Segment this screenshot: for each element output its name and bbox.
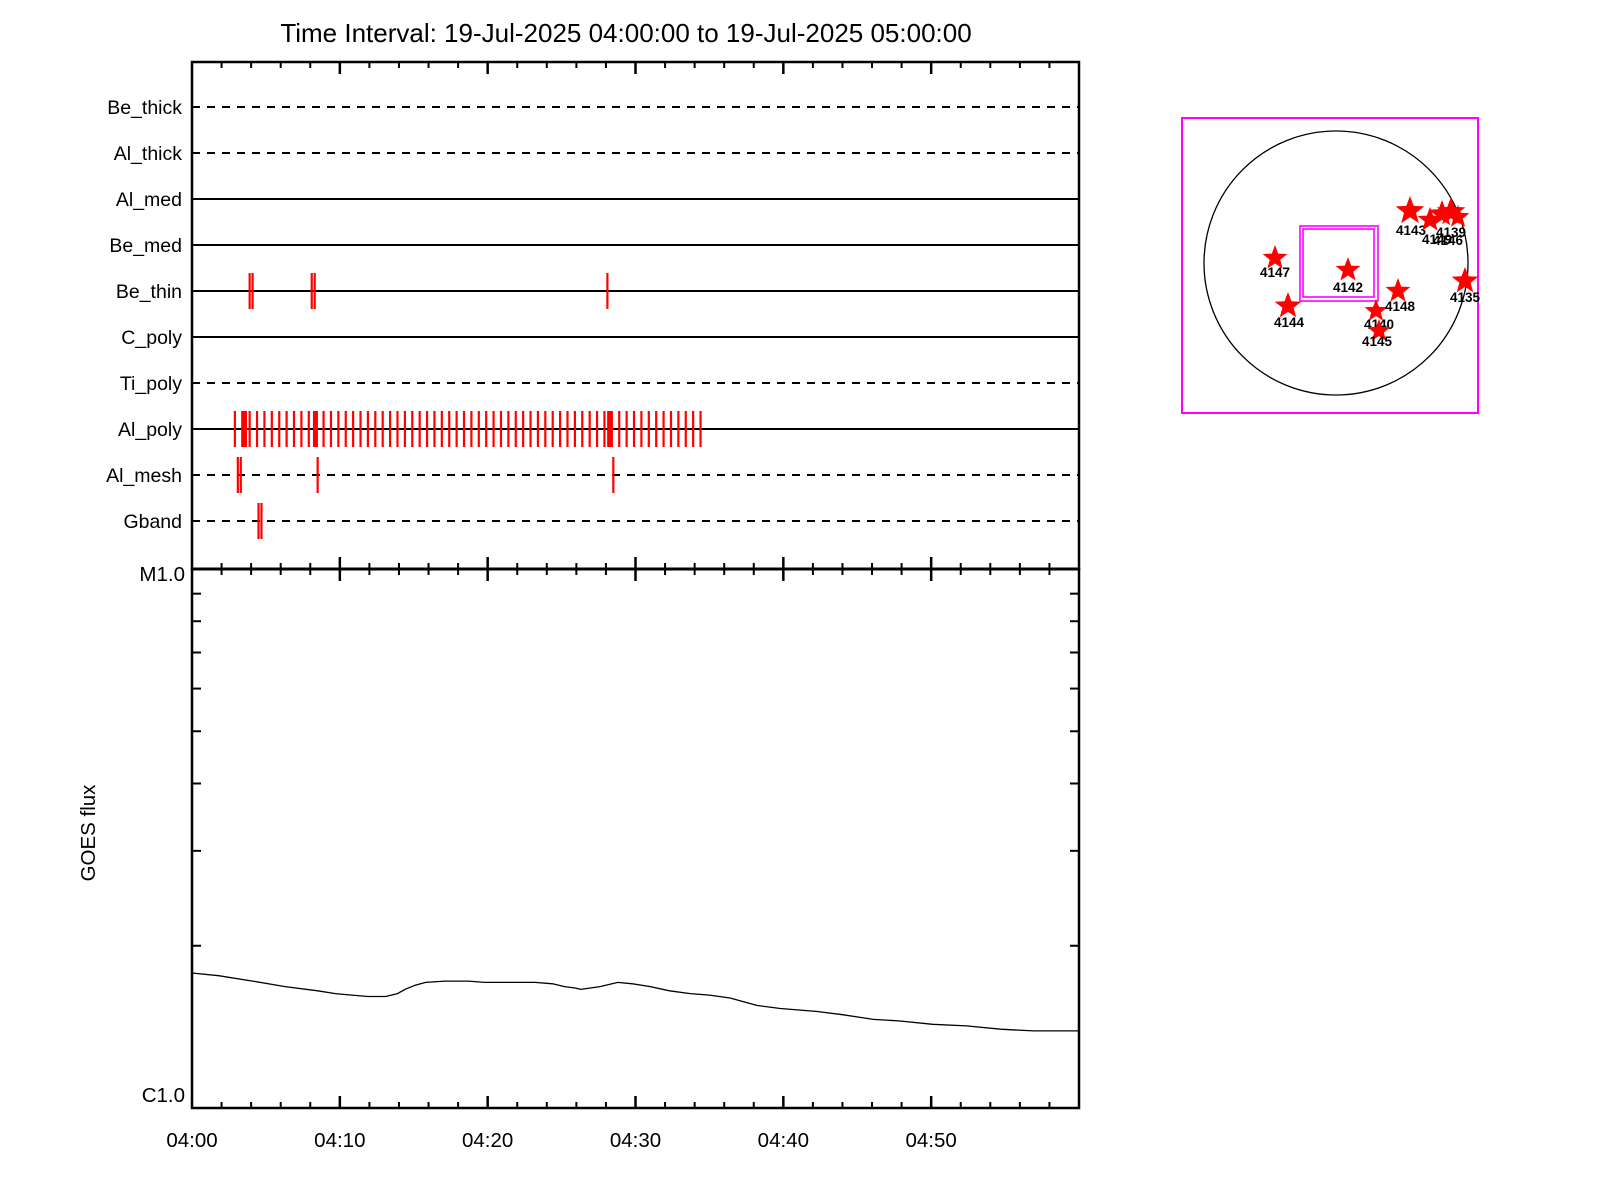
axis-tick-marks [192, 62, 1079, 1108]
filter-row-label: Be_thick [107, 97, 182, 119]
map-outer-frame [1181, 117, 1479, 414]
active-region-star [1335, 257, 1361, 281]
goes-panel-frame [190, 567, 1081, 1110]
active-region-label: 4145 [1362, 334, 1393, 349]
time-axis-label: 04:50 [906, 1129, 957, 1152]
goes-y-top-label: M1.0 [139, 563, 185, 586]
time-axis-label: 04:20 [462, 1129, 513, 1152]
time-axis-label: 04:10 [314, 1129, 365, 1152]
filter-row-label: Ti_poly [120, 373, 182, 395]
observation-event-ticks [233, 273, 702, 539]
active-region-label: 4142 [1333, 280, 1363, 295]
goes-flux-curve [191, 972, 1079, 1032]
xrt-observation-plot: Time Interval: 19-Jul-2025 04:00:00 to 1… [77, 18, 1481, 1152]
time-axis-label: 04:40 [758, 1129, 809, 1152]
active-region-label: 4135 [1450, 290, 1481, 305]
filter-row-label: Be_med [109, 235, 182, 257]
goes-y-bottom-label: C1.0 [142, 1084, 185, 1107]
active-region-label: 4144 [1274, 315, 1305, 330]
page-title: Time Interval: 19-Jul-2025 04:00:00 to 1… [280, 18, 971, 48]
active-region-label: 4147 [1260, 265, 1290, 280]
time-axis-label: 04:30 [610, 1129, 661, 1152]
filter-row-label: C_poly [121, 327, 182, 349]
time-axis-label: 04:00 [166, 1129, 217, 1152]
filter-row-label: Al_poly [118, 419, 182, 441]
active-region-star [1385, 278, 1411, 302]
goes-flux-panel [191, 972, 1079, 1032]
filter-timeline-rows [192, 106, 1079, 522]
active-region-star [1274, 292, 1302, 318]
goes-y-axis-title: GOES flux [77, 784, 100, 882]
filter-row-labels: Be_thick Al_thick Al_med Be_med Be_thin C_pol… [106, 97, 182, 533]
filter-row-label: Al_mesh [106, 465, 182, 487]
xrt-observation-screenshot: Time Interval: 19-Jul-2025 04:00:00 to 1… [0, 0, 1600, 1200]
active-region-label: 4148 [1385, 299, 1416, 314]
solar-limb-circle [1203, 130, 1469, 396]
filter-row-label: Gband [123, 511, 182, 533]
filter-row-label: Be_thin [116, 281, 182, 303]
active-region-star [1395, 196, 1425, 224]
active-region-label: 4149 [1422, 232, 1452, 247]
time-axis-labels: 04:00 04:10 04:20 04:30 04:40 04:50 [166, 1129, 956, 1152]
filter-row-label: Al_med [116, 189, 182, 211]
solar-disk-map: 4135413941404142414341444145414641474148… [1181, 117, 1481, 414]
filter-panel-frame [190, 60, 1081, 571]
filter-row-label: Al_thick [114, 143, 183, 165]
